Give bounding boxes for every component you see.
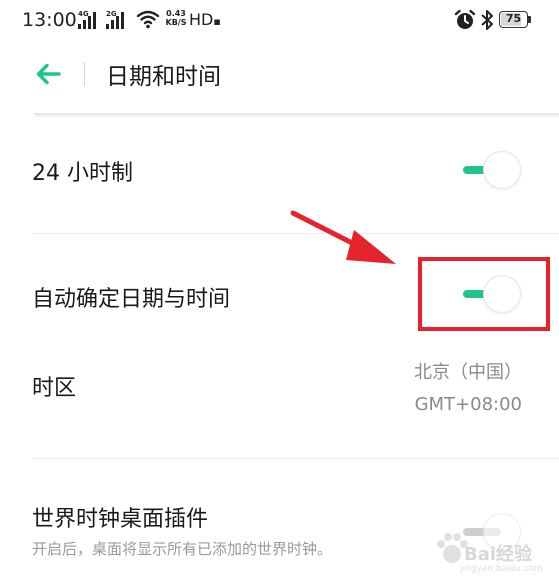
setting-label-auto-datetime: 自动确定日期与时间 — [32, 287, 231, 312]
setting-description-world-clock: 开启后，桌面将显示所有已添加的世界时钟。 — [32, 540, 333, 558]
back-button[interactable] — [30, 56, 66, 92]
hd-label: HD — [189, 10, 214, 29]
net-speed-value: 0.43 — [166, 9, 186, 18]
watermark-subtext: jingyan.baidu.com — [460, 564, 544, 574]
toggle-knob — [483, 151, 521, 189]
alarm-icon — [454, 9, 476, 29]
annotation-arrow-icon — [290, 210, 396, 264]
setting-label-timezone: 时区 — [32, 376, 77, 401]
network-speed: 0.43 KB/S — [164, 9, 188, 27]
timezone-city: 北京（中国） — [414, 362, 522, 383]
signal-icon: 2G — [106, 10, 128, 29]
toggle-24-hour[interactable] — [461, 150, 523, 190]
bluetooth-icon — [481, 10, 493, 30]
page-title: 日期和时间 — [106, 64, 221, 90]
hd-badge: HD▪ — [189, 10, 221, 29]
list-top-edge — [34, 113, 559, 117]
watermark-logo: Bai经验 jingyan.baidu.com — [430, 520, 555, 580]
battery-nub — [528, 16, 531, 23]
annotation-highlight-box — [418, 257, 550, 331]
header-divider — [84, 62, 85, 86]
signal-icon: 4G — [78, 10, 100, 29]
back-arrow-icon — [36, 63, 61, 85]
net-speed-unit: KB/S — [165, 18, 187, 27]
setting-label-world-clock: 世界时钟桌面插件 — [32, 507, 209, 532]
row-divider — [32, 458, 559, 459]
timezone-value: 北京（中国） GMT+08:00 — [414, 357, 522, 421]
status-bar: 13:00 4G 2G 0.43 KB/S HD▪ 75 — [0, 0, 559, 40]
wifi-icon — [136, 10, 160, 29]
watermark-text: Bai经验 — [464, 544, 533, 565]
battery-icon: 75 — [499, 11, 528, 28]
status-time: 13:00 — [22, 9, 77, 31]
setting-label-24-hour: 24 小时制 — [32, 161, 133, 186]
timezone-offset: GMT+08:00 — [414, 394, 522, 415]
battery-level: 75 — [505, 12, 522, 25]
